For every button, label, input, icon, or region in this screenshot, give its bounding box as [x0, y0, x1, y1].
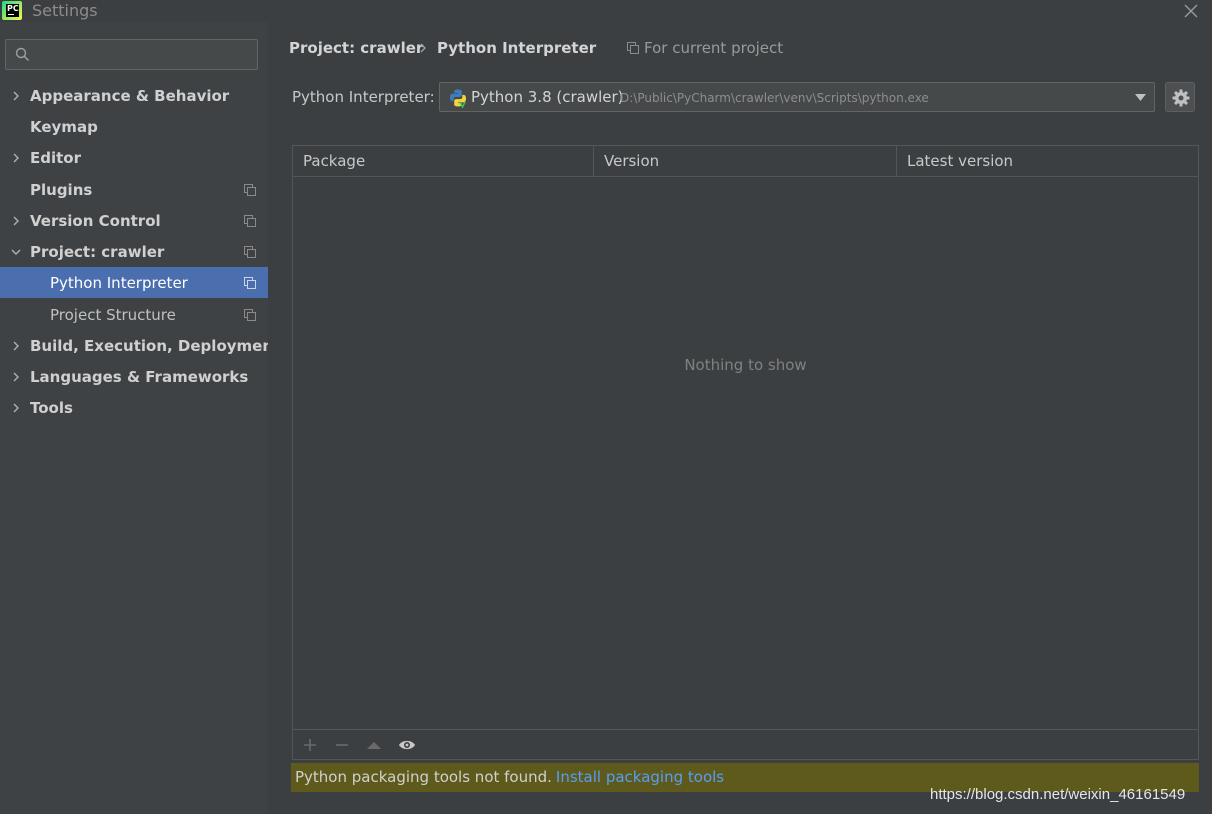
sidebar-item-label: Project: crawler [30, 242, 165, 261]
sidebar-item-label: Languages & Frameworks [30, 367, 249, 386]
interpreter-settings-button[interactable] [1165, 82, 1195, 112]
sidebar-item-label: Version Control [30, 211, 161, 230]
project-scope-icon [244, 214, 256, 227]
sidebar-item-project-structure[interactable]: Project Structure [0, 299, 268, 330]
page-title: Python Interpreter [437, 39, 597, 57]
column-header-package[interactable]: Package [293, 146, 594, 176]
eye-icon[interactable] [398, 738, 416, 752]
gear-icon [1172, 89, 1190, 107]
settings-search-box[interactable] [5, 39, 258, 70]
chevron-right-icon[interactable] [10, 152, 22, 164]
sidebar-item-editor[interactable]: Editor [0, 142, 268, 173]
upgrade-icon[interactable] [366, 738, 382, 752]
settings-content: Project: crawler Python Interpreter For … [268, 22, 1212, 814]
sidebar-item-keymap[interactable]: Keymap [0, 111, 268, 142]
sidebar-item-label: Plugins [30, 180, 93, 199]
interpreter-path: D:\Public\PyCharm\crawler\venv\Scripts\p… [620, 91, 929, 105]
settings-search-input[interactable] [36, 42, 251, 67]
packages-table: Package Version Latest version Nothing t… [292, 145, 1199, 760]
scope-label: For current project [644, 39, 784, 57]
chevron-down-icon[interactable] [10, 246, 22, 258]
empty-table-message: Nothing to show [684, 356, 807, 374]
packages-toolbar [293, 729, 1198, 759]
chevron-right-icon[interactable] [10, 402, 22, 414]
remove-icon[interactable] [334, 738, 350, 752]
sidebar-item-plugins[interactable]: Plugins [0, 174, 268, 205]
breadcrumb-separator-icon [420, 43, 426, 53]
python-icon [450, 89, 466, 108]
chevron-down-icon [1135, 94, 1146, 101]
add-icon[interactable] [302, 738, 318, 752]
window-title: Settings [32, 1, 98, 20]
pycharm-logo-icon: PC [2, 1, 22, 20]
close-icon [1184, 4, 1198, 18]
sidebar-item-label: Tools [30, 398, 73, 417]
sidebar-item-appearance-behavior[interactable]: Appearance & Behavior [0, 80, 268, 111]
sidebar-item-project-crawler[interactable]: Project: crawler [0, 236, 268, 267]
interpreter-dropdown[interactable]: Python 3.8 (crawler) D:\Public\PyCharm\c… [439, 82, 1155, 112]
warning-text: Python packaging tools not found. [295, 768, 552, 786]
install-packaging-tools-link[interactable]: Install packaging tools [556, 768, 724, 786]
settings-sidebar: Appearance & Behavior Keymap Editor Plug… [0, 22, 280, 814]
close-button[interactable] [1180, 0, 1202, 22]
watermark: https://blog.csdn.net/weixin_46161549 [930, 786, 1186, 803]
sidebar-item-version-control[interactable]: Version Control [0, 205, 268, 236]
breadcrumb-parent[interactable]: Project: crawler [289, 39, 423, 57]
table-header: Package Version Latest version [293, 146, 1198, 177]
chevron-right-icon[interactable] [10, 215, 22, 227]
column-header-latest-version[interactable]: Latest version [897, 146, 1198, 176]
sidebar-item-label: Appearance & Behavior [30, 86, 230, 105]
sidebar-item-tools[interactable]: Tools [0, 392, 268, 423]
sidebar-item-python-interpreter[interactable]: Python Interpreter [0, 267, 268, 298]
sidebar-item-languages-frameworks[interactable]: Languages & Frameworks [0, 361, 268, 392]
chevron-right-icon[interactable] [10, 371, 22, 383]
sidebar-item-label: Editor [30, 148, 81, 167]
interpreter-name: Python 3.8 (crawler) [471, 88, 624, 106]
sidebar-item-label: Keymap [30, 117, 98, 136]
interpreter-label: Python Interpreter: [292, 88, 435, 106]
project-scope-icon [244, 183, 256, 196]
project-scope-icon [244, 308, 256, 321]
project-scope-icon [244, 276, 256, 289]
search-icon [15, 47, 30, 62]
sidebar-item-label: Project Structure [50, 305, 176, 324]
sidebar-item-build-execution-deployment[interactable]: Build, Execution, Deployment [0, 330, 280, 361]
chevron-right-icon[interactable] [10, 340, 22, 352]
chevron-right-icon[interactable] [10, 90, 22, 102]
sidebar-item-label: Python Interpreter [50, 273, 188, 292]
project-scope-icon [244, 245, 256, 258]
project-scope-icon [627, 42, 639, 54]
sidebar-item-label: Build, Execution, Deployment [30, 336, 281, 355]
column-header-version[interactable]: Version [594, 146, 897, 176]
title-bar: PC Settings [0, 0, 1212, 22]
